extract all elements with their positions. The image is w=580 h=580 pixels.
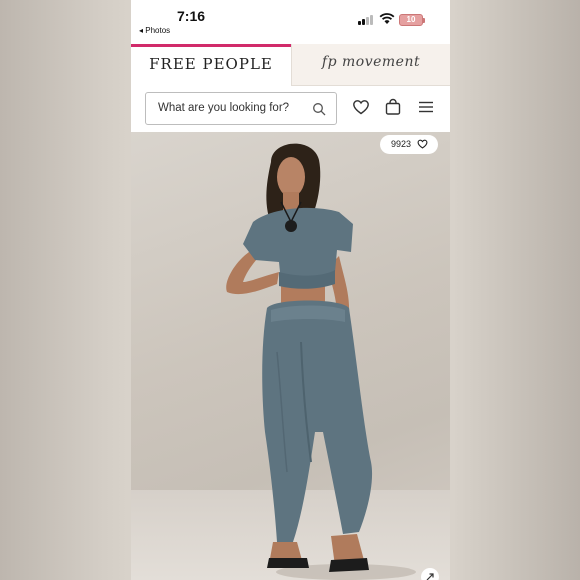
expand-icon[interactable] [421,568,439,580]
product-photo[interactable]: 9923 [131,132,450,580]
search-icon[interactable] [312,102,326,116]
battery-level: 10 [406,15,416,24]
site-header: What are you looking for? [131,86,450,132]
status-time: 7:16 [177,8,206,24]
tab-free-people-label: FREE PEOPLE [149,55,273,73]
likes-badge[interactable]: 9923 [380,135,438,154]
likes-count: 9923 [391,139,412,149]
bag-icon[interactable] [384,98,402,116]
back-to-photos-link[interactable]: ◂ Photos [139,26,170,35]
wifi-icon [379,13,395,24]
search-input[interactable]: What are you looking for? [145,92,337,125]
search-placeholder: What are you looking for? [158,102,290,114]
brand-tabs: FREE PEOPLE fp movement [131,44,450,86]
tab-fp-movement-label: fp movement [321,54,421,70]
heart-icon[interactable] [352,98,370,116]
battery-icon: 10 [399,14,425,26]
phone-screen: 7:16 ◂ Photos 10 FREE PEOPLE fp movement… [131,0,450,580]
menu-icon[interactable] [417,98,435,116]
heart-icon [417,139,428,149]
signal-icon [358,14,374,25]
status-bar: 7:16 ◂ Photos 10 [131,0,450,44]
tab-free-people[interactable]: FREE PEOPLE [131,44,291,86]
tab-fp-movement[interactable]: fp movement [291,44,450,86]
model-figure [226,143,416,580]
